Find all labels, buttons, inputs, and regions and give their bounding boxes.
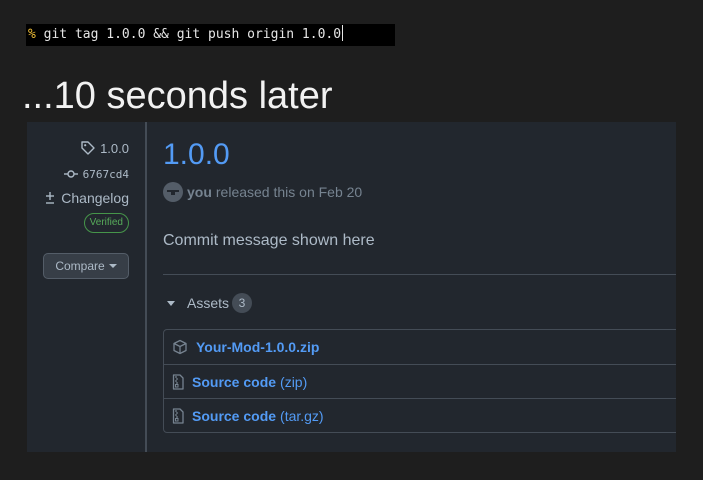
changelog-label: Changelog — [61, 190, 129, 206]
text-cursor — [342, 25, 344, 41]
release-commit-link[interactable]: 6767cd4 — [63, 166, 129, 182]
assets-toggle[interactable]: Assets 3 — [167, 293, 253, 313]
terminal-prompt: % — [28, 27, 36, 42]
assets-count-badge: 3 — [232, 293, 253, 313]
terminal-command-line[interactable]: % git tag 1.0.0 && git push origin 1.0.0 — [26, 24, 395, 46]
asset-link[interactable]: Source code — [192, 374, 276, 390]
avatar-icon — [167, 190, 179, 195]
release-title[interactable]: 1.0.0 — [163, 136, 230, 174]
release-tag-label: 1.0.0 — [100, 140, 129, 156]
asset-format: (zip) — [280, 373, 308, 390]
compare-button-label: Compare — [55, 259, 105, 273]
asset-link[interactable]: Source code — [192, 408, 276, 424]
release-byline: you released this on Feb 20 — [163, 182, 362, 202]
diff-icon — [46, 192, 55, 204]
release-date-text: released this on Feb 20 — [215, 184, 363, 200]
verified-badge[interactable]: Verified — [83, 213, 129, 233]
tag-icon — [81, 141, 95, 155]
asset-row[interactable]: Your-Mod-1.0.0.zip — [164, 330, 676, 364]
package-icon — [173, 339, 187, 355]
release-divider — [163, 274, 676, 275]
commit-icon — [63, 170, 78, 178]
github-release-panel: 1.0.0 6767cd4 Changelog Verified Compare… — [27, 122, 676, 452]
file-zip-icon — [172, 407, 184, 424]
file-zip-icon — [172, 373, 184, 390]
caret-down-icon — [167, 300, 175, 306]
release-commit-sha: 6767cd4 — [82, 167, 129, 181]
asset-row[interactable]: Source code (zip) — [164, 364, 676, 398]
caption-heading: ...10 seconds later — [22, 75, 333, 117]
release-author[interactable]: you — [187, 184, 212, 200]
caret-down-icon — [108, 264, 117, 268]
meta-column-divider — [145, 122, 147, 452]
release-notes: Commit message shown here — [163, 232, 375, 249]
avatar[interactable] — [163, 182, 183, 202]
compare-button[interactable]: Compare — [43, 253, 129, 279]
screenshot-stage: % git tag 1.0.0 && git push origin 1.0.0… — [0, 0, 703, 480]
release-tag-link[interactable]: 1.0.0 — [80, 140, 129, 156]
asset-link[interactable]: Your-Mod-1.0.0.zip — [196, 339, 319, 355]
asset-format: (tar.gz) — [280, 407, 324, 424]
assets-label: Assets — [187, 295, 230, 311]
assets-list: Your-Mod-1.0.0.zip Source code (zip) Sou… — [163, 329, 676, 433]
asset-row[interactable]: Source code (tar.gz) — [164, 398, 676, 432]
terminal-command: git tag 1.0.0 && git push origin 1.0.0 — [43, 27, 342, 42]
changelog-link[interactable]: Changelog — [43, 190, 129, 206]
release-meta-column: 1.0.0 6767cd4 Changelog Verified Compare — [27, 122, 145, 452]
